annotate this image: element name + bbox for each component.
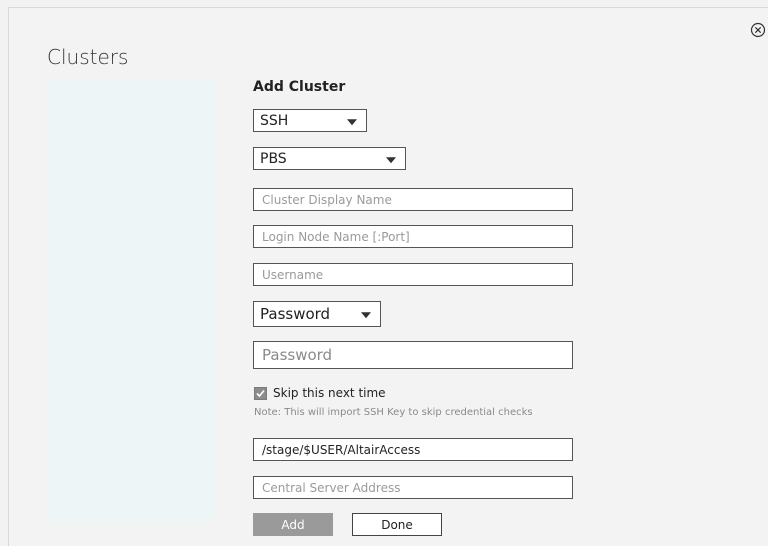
chevron-down-icon bbox=[347, 118, 357, 125]
close-circle-icon bbox=[750, 22, 766, 38]
username-input[interactable] bbox=[253, 263, 573, 286]
form-heading: Add Cluster bbox=[253, 79, 346, 95]
login-node-input[interactable] bbox=[253, 225, 573, 248]
chevron-down-icon bbox=[386, 156, 396, 163]
chevron-down-icon bbox=[361, 312, 371, 319]
central-server-input[interactable] bbox=[253, 476, 573, 499]
add-button[interactable]: Add bbox=[253, 513, 333, 536]
skip-note: Note: This will import SSH Key to skip c… bbox=[254, 407, 533, 418]
connection-type-select[interactable]: SSH bbox=[253, 109, 367, 132]
scheduler-select[interactable]: PBS bbox=[253, 147, 406, 170]
cluster-display-name-input[interactable] bbox=[253, 188, 573, 211]
scheduler-value: PBS bbox=[260, 150, 287, 167]
skip-label: Skip this next time bbox=[273, 386, 386, 400]
connection-type-value: SSH bbox=[260, 112, 289, 129]
page-title: Clusters bbox=[47, 45, 129, 69]
skip-checkbox-row[interactable]: Skip this next time bbox=[254, 386, 386, 400]
skip-checkbox[interactable] bbox=[254, 386, 267, 400]
cluster-list[interactable] bbox=[47, 80, 214, 522]
auth-method-value: Password bbox=[260, 305, 331, 323]
stage-path-input[interactable] bbox=[253, 438, 573, 461]
check-icon bbox=[256, 389, 265, 397]
done-button[interactable]: Done bbox=[352, 513, 442, 536]
password-input[interactable] bbox=[253, 341, 573, 369]
close-button[interactable] bbox=[749, 21, 767, 39]
auth-method-select[interactable]: Password bbox=[253, 301, 381, 327]
